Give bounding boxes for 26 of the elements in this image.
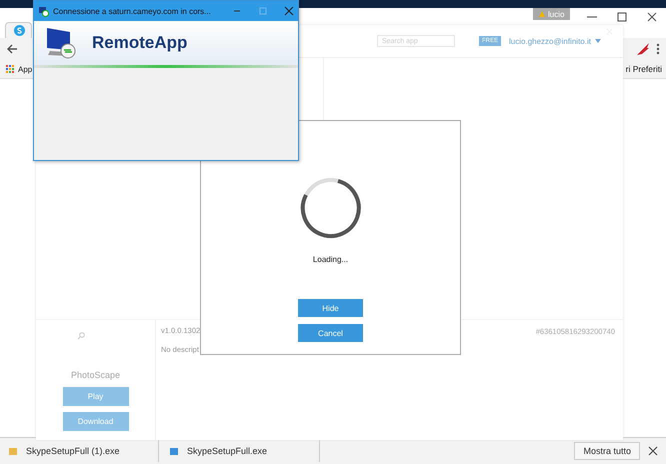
remoteapp-heading: RemoteApp	[92, 33, 188, 53]
connection-icon	[38, 6, 49, 16]
show-all-button[interactable]: Mostra tutto	[574, 442, 640, 460]
app-name: PhotoScape	[70, 370, 120, 380]
warning-icon	[539, 11, 545, 17]
package-icon	[8, 446, 18, 456]
bookmark-link[interactable]: ri Preferiti	[626, 64, 662, 74]
download-file[interactable]: SkypeSetupFull.exe	[187, 446, 268, 456]
hide-button[interactable]: Hide	[298, 299, 363, 317]
file-icon	[169, 446, 179, 456]
cancel-button[interactable]: Cancel	[298, 324, 363, 342]
wing-icon[interactable]	[636, 42, 650, 56]
loading-message: Loading...	[312, 255, 348, 264]
search-icon	[76, 332, 84, 340]
account-menu[interactable]: lucio.ghezzo@infinito.it	[509, 36, 591, 46]
monitor-icon	[44, 26, 78, 60]
spinner-icon	[300, 177, 362, 239]
skype-icon	[14, 25, 25, 36]
menu-icon[interactable]	[656, 43, 660, 55]
browser-tab[interactable]	[5, 22, 32, 38]
download-file[interactable]: SkypeSetupFull (1).exe	[26, 446, 120, 456]
apps-grid-icon[interactable]	[6, 64, 15, 74]
window-title: Connessione a saturn.cameyo.com in cors...	[53, 6, 212, 16]
user-chip[interactable]: lucio	[533, 8, 570, 20]
back-arrow-icon[interactable]	[6, 43, 18, 55]
bookmark-link[interactable]: App	[18, 64, 32, 74]
